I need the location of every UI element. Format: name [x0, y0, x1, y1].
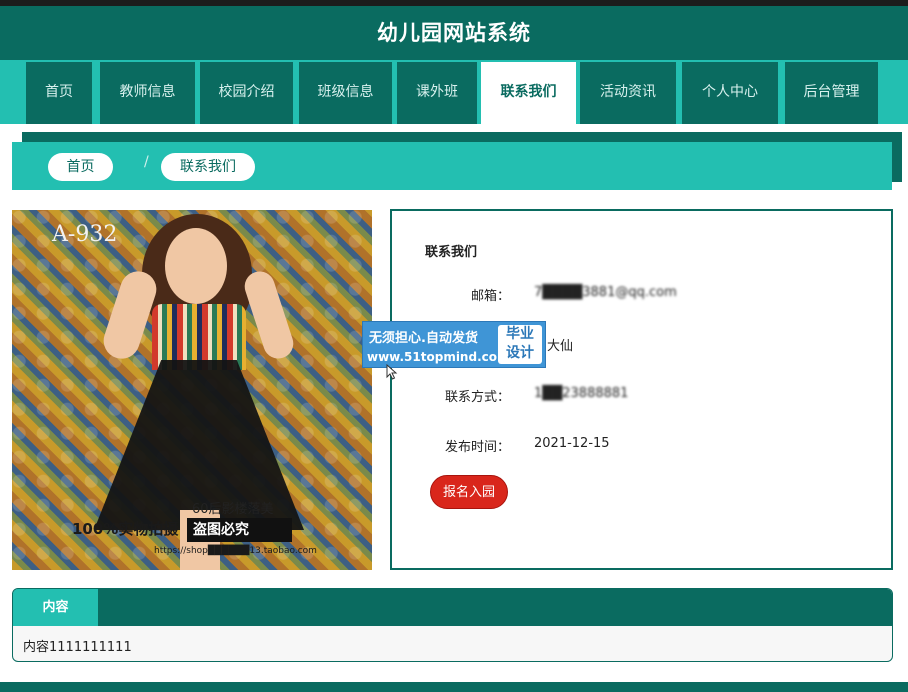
- photo-face: [165, 228, 227, 304]
- phone-label: 联系方式：: [444, 390, 510, 405]
- breadcrumb-separator: /: [144, 154, 149, 170]
- content-header: 内容: [13, 589, 892, 626]
- photo-watermark-studio: 60后影楼落美: [192, 502, 274, 517]
- nav-item-contact[interactable]: 联系我们: [481, 62, 576, 124]
- nav-item-classes[interactable]: 班级信息: [299, 62, 392, 124]
- footer-strip: [0, 682, 908, 692]
- ad-badge-top: 毕业: [506, 326, 534, 342]
- mouse-cursor-icon: [386, 364, 398, 380]
- photo-watermark-real: 100%实物拍摄: [72, 520, 179, 538]
- nav-item-campus[interactable]: 校园介绍: [200, 62, 293, 124]
- name-value: 大仙: [547, 339, 574, 354]
- photo-code: A-932: [52, 222, 118, 247]
- main-nav: 首页 教师信息 校园介绍 班级信息 课外班 联系我们 活动资讯 个人中心 后台管…: [0, 60, 908, 124]
- ad-overlay[interactable]: 无须担心.自动发货 www.51topmind.com 毕业 设计: [362, 321, 546, 368]
- breadcrumb: 首页 / 联系我们: [12, 142, 892, 190]
- contact-panel: 联系我们 邮箱： 7████3881@qq.com 大仙 联系方式： 1██23…: [390, 209, 893, 570]
- phone-value: 1██23888881: [534, 386, 629, 401]
- email-label: 邮箱：: [470, 289, 510, 304]
- date-label: 发布时间：: [444, 440, 510, 455]
- enroll-button[interactable]: 报名入园: [430, 475, 508, 509]
- photo-arm-right: [240, 267, 298, 363]
- nav-item-news[interactable]: 活动资讯: [580, 62, 676, 124]
- date-value: 2021-12-15: [534, 436, 610, 451]
- nav-item-profile[interactable]: 个人中心: [682, 62, 778, 124]
- ad-badge-bottom: 设计: [506, 345, 534, 361]
- contact-photo: A-932 60后影楼落美 100%实物拍摄 盗图必究 https://shop…: [12, 210, 372, 570]
- breadcrumb-home[interactable]: 首页: [48, 153, 113, 181]
- photo-watermark-url: https://shop██████13.taobao.com: [154, 546, 317, 556]
- content-text: 内容1111111111: [23, 640, 132, 655]
- site-title: 幼儿园网站系统: [0, 6, 908, 60]
- nav-item-admin[interactable]: 后台管理: [785, 62, 878, 124]
- breadcrumb-current[interactable]: 联系我们: [161, 153, 255, 181]
- photo-watermark-copyright: 盗图必究: [187, 518, 292, 542]
- email-value: 7████3881@qq.com: [534, 285, 677, 300]
- content-section: 内容 内容1111111111: [12, 588, 893, 662]
- tab-content[interactable]: 内容: [13, 589, 98, 626]
- ad-line-2: www.51topmind.com: [367, 350, 510, 364]
- nav-item-extracurricular[interactable]: 课外班: [397, 62, 477, 124]
- contact-title: 联系我们: [425, 245, 478, 260]
- ad-badge: 毕业 设计: [498, 325, 542, 364]
- nav-item-teachers[interactable]: 教师信息: [100, 62, 195, 124]
- nav-item-home[interactable]: 首页: [26, 62, 92, 124]
- ad-line-1: 无须担心.自动发货: [369, 331, 478, 346]
